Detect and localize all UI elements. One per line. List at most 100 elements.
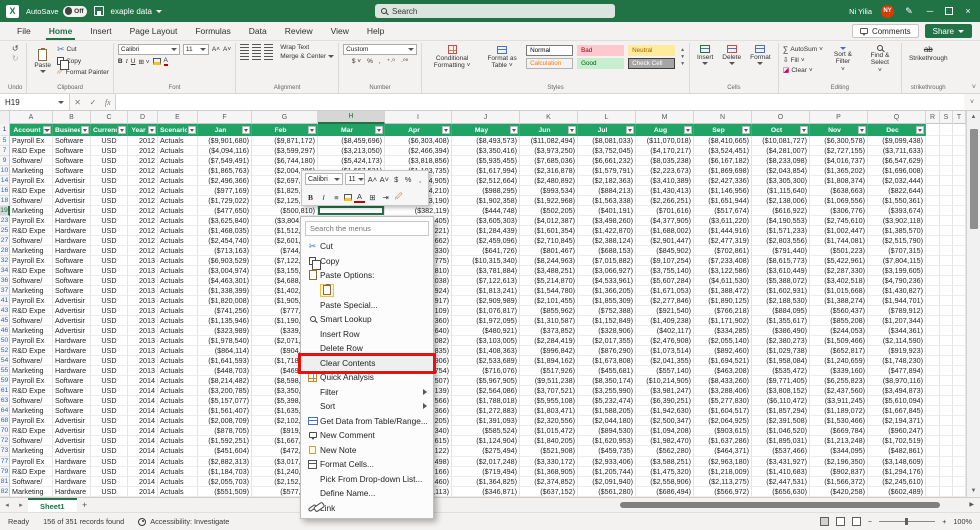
cell[interactable]: ($3,410,389) bbox=[636, 176, 694, 187]
cell[interactable]: 2012 bbox=[128, 166, 158, 177]
cell[interactable]: ($585,524) bbox=[452, 426, 520, 437]
cell[interactable]: Software bbox=[53, 256, 91, 267]
cell[interactable]: ($4,533,961) bbox=[578, 276, 636, 287]
cell[interactable]: ($275,494) bbox=[452, 446, 520, 457]
collapse-ribbon-icon[interactable]: ˅ bbox=[972, 84, 976, 91]
empty-cell[interactable] bbox=[953, 316, 966, 327]
gallery-up-icon[interactable]: ▲ bbox=[680, 47, 685, 53]
cell[interactable]: ($1,124,904) bbox=[452, 436, 520, 447]
empty-cell[interactable] bbox=[940, 336, 953, 347]
restore-button[interactable] bbox=[945, 7, 953, 15]
empty-cell[interactable] bbox=[926, 346, 940, 357]
cell[interactable]: ($1,388,472) bbox=[694, 286, 752, 297]
row-number-37[interactable]: 37 bbox=[0, 286, 10, 297]
empty-cell[interactable] bbox=[940, 136, 953, 147]
empty-cell[interactable] bbox=[953, 446, 966, 457]
tab-data[interactable]: Data bbox=[240, 22, 276, 40]
cell[interactable]: ($3,213,050) bbox=[318, 146, 385, 157]
cell[interactable]: ($1,869,698) bbox=[694, 166, 752, 177]
cell[interactable]: ($2,391,508) bbox=[752, 416, 810, 427]
row-number-23[interactable]: 23 bbox=[0, 216, 10, 227]
empty-cell[interactable] bbox=[953, 146, 966, 157]
style-normal[interactable]: Normal bbox=[526, 45, 574, 56]
cell[interactable]: Advertisir bbox=[53, 426, 91, 437]
cell[interactable]: ($1,046,520) bbox=[752, 426, 810, 437]
cell[interactable]: USD bbox=[91, 446, 128, 457]
cell[interactable]: USD bbox=[91, 386, 128, 397]
row-number-64[interactable]: 64 bbox=[0, 406, 10, 417]
cell[interactable]: ($1,146,956) bbox=[694, 186, 752, 197]
tab-review[interactable]: Review bbox=[276, 22, 322, 40]
cell[interactable]: 2012 bbox=[128, 216, 158, 227]
tab-view[interactable]: View bbox=[322, 22, 358, 40]
fx-icon[interactable]: fx bbox=[105, 98, 111, 107]
cell[interactable]: ($11,070,018) bbox=[636, 136, 694, 147]
cell[interactable]: ($2,055,703) bbox=[198, 476, 252, 487]
empty-cell[interactable] bbox=[926, 396, 940, 407]
cell[interactable]: ($2,182,363) bbox=[578, 176, 636, 187]
redo-icon[interactable]: ↻ bbox=[12, 54, 19, 63]
empty-cell[interactable] bbox=[940, 436, 953, 447]
cell[interactable]: ($919,923) bbox=[868, 346, 926, 357]
cell[interactable]: Advertisir bbox=[53, 206, 91, 217]
empty-cell[interactable] bbox=[940, 486, 953, 497]
filter-dropdown-icon[interactable] bbox=[510, 126, 518, 134]
style-check-cell[interactable]: Check Cell bbox=[628, 58, 676, 69]
column-header-A[interactable]: A bbox=[10, 111, 53, 124]
cell[interactable]: ($1,015,668) bbox=[810, 286, 868, 297]
cell[interactable]: ($8,350,174) bbox=[578, 376, 636, 387]
cell[interactable]: ($9,511,238) bbox=[520, 376, 578, 387]
filter-dropdown-icon[interactable] bbox=[118, 126, 126, 134]
cell[interactable]: ($5,424,173) bbox=[318, 156, 385, 167]
cell[interactable]: Advertisir bbox=[53, 176, 91, 187]
empty-cell[interactable] bbox=[926, 286, 940, 297]
cell[interactable]: ($2,374,852) bbox=[520, 476, 578, 487]
cell[interactable]: ($638,663) bbox=[810, 186, 868, 197]
cell[interactable]: ($459,735) bbox=[578, 446, 636, 457]
cell[interactable]: ($1,409,238) bbox=[636, 316, 694, 327]
cell[interactable]: ($1,561,407) bbox=[198, 406, 252, 417]
cell[interactable]: Software bbox=[53, 146, 91, 157]
delete-cells-button[interactable]: Delete bbox=[719, 44, 744, 66]
cell[interactable]: ($521,908) bbox=[520, 446, 578, 457]
cell[interactable]: ($4,281,007) bbox=[752, 146, 810, 157]
cell[interactable]: ($3,066,927) bbox=[578, 266, 636, 277]
cell[interactable]: ($903,615) bbox=[694, 426, 752, 437]
cell[interactable]: ($1,135,946) bbox=[198, 316, 252, 327]
row-number-45[interactable]: 45 bbox=[0, 316, 10, 327]
cell[interactable]: ($1,865,763) bbox=[198, 166, 252, 177]
cell[interactable]: ($702,861) bbox=[694, 246, 752, 257]
cell[interactable]: ($3,625,840) bbox=[198, 216, 252, 227]
empty-cell[interactable] bbox=[926, 216, 940, 227]
row-number-55[interactable]: 55 bbox=[0, 366, 10, 377]
mini-increase-font-icon[interactable]: A˄ bbox=[367, 173, 377, 185]
empty-cell[interactable] bbox=[926, 326, 940, 337]
cell[interactable]: ($557,140) bbox=[636, 366, 694, 377]
cell[interactable]: 2012 bbox=[128, 226, 158, 237]
cell[interactable]: Actuals bbox=[158, 236, 198, 247]
cell[interactable]: R&D Expe bbox=[10, 146, 53, 157]
cell[interactable]: ($894,530) bbox=[578, 426, 636, 437]
cell[interactable]: Hardware bbox=[53, 366, 91, 377]
menu-item-clear-contents[interactable]: Clear Contents bbox=[301, 355, 433, 370]
cell[interactable]: ($1,651,944) bbox=[694, 196, 752, 207]
cell[interactable]: Actuals bbox=[158, 386, 198, 397]
mini-bold-button[interactable]: B bbox=[305, 191, 316, 203]
cell[interactable]: ($6,547,629) bbox=[868, 156, 926, 167]
cell[interactable]: ($2,114,590) bbox=[868, 336, 926, 347]
cell[interactable]: ($2,909,989) bbox=[452, 296, 520, 307]
cell[interactable]: ($8,244,963) bbox=[520, 256, 578, 267]
cell[interactable]: ($1,073,514) bbox=[636, 346, 694, 357]
decrease-decimal-icon[interactable]: ·⁰⁰ bbox=[401, 57, 408, 65]
empty-cell[interactable] bbox=[926, 276, 940, 287]
filter-dropdown-icon[interactable] bbox=[375, 126, 383, 134]
cell[interactable]: ($3,973,250) bbox=[520, 146, 578, 157]
filter-dropdown-icon[interactable] bbox=[242, 126, 250, 134]
cell[interactable]: ($1,240,659) bbox=[810, 356, 868, 367]
cell[interactable]: ($669,784) bbox=[810, 426, 868, 437]
menu-item-define-name[interactable]: Define Name... bbox=[301, 486, 433, 501]
table-header-apr[interactable]: Apr bbox=[385, 124, 452, 136]
cell[interactable]: ($3,707,521) bbox=[520, 386, 578, 397]
cell[interactable]: 2014 bbox=[128, 456, 158, 467]
search-input[interactable]: Search bbox=[375, 4, 615, 18]
